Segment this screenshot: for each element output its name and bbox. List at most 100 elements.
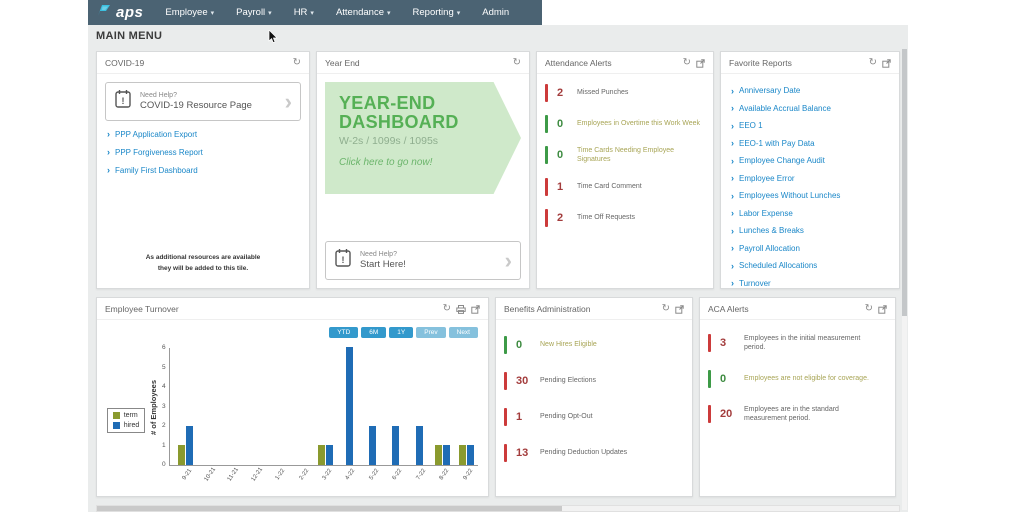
nav-item-label: Attendance	[335, 7, 385, 18]
turnover-chart: term hired # of Employees 6 5 4 3 2 1 0 9-21 10-…	[103, 344, 478, 492]
chevron-right-icon: ›	[731, 260, 734, 271]
alert-row[interactable]: 0 Time Cards Needing Employee Signatures	[545, 146, 705, 165]
nav-item[interactable]: Payroll ▾	[236, 7, 272, 18]
nav-item[interactable]: HR ▾	[294, 7, 314, 18]
status-bar	[708, 369, 711, 388]
covid-link[interactable]: › PPP Forgiveness Report	[107, 147, 299, 157]
report-link[interactable]: › Payroll Allocation	[731, 243, 887, 253]
report-link[interactable]: › EEO-1 with Pay Data	[731, 138, 887, 148]
alert-label: Time Off Requests	[577, 214, 635, 222]
refresh-icon[interactable]: ↻	[869, 58, 877, 68]
app-logo[interactable]: aps	[96, 2, 143, 23]
alert-label: Time Card Comment	[577, 183, 642, 191]
chart-bar-hired	[185, 426, 193, 465]
covid-footer-note: As additional resources are available th…	[105, 253, 301, 280]
nav-item-label: Payroll	[236, 7, 266, 18]
alert-row[interactable]: 0 Employees in Overtime this Work Week	[545, 115, 705, 133]
chart-y-tick: 3	[162, 402, 166, 410]
footer-note-line2: they will be added to this tile.	[157, 264, 249, 272]
print-icon[interactable]	[456, 304, 466, 314]
chevron-right-icon: ›	[731, 103, 734, 113]
chart-y-tick: 6	[162, 344, 166, 351]
popout-icon[interactable]	[675, 304, 684, 314]
help-label: Need Help?	[360, 251, 397, 258]
legend-entry-term: term	[112, 411, 140, 419]
alert-label: Employees are in the standard measuremen…	[744, 405, 839, 423]
report-link[interactable]: › Employees Without Lunches	[731, 191, 887, 201]
refresh-icon[interactable]: ↻	[513, 58, 521, 68]
logo-text: aps	[116, 4, 144, 21]
year-end-help-button[interactable]: ! Need Help? Start Here! ›	[325, 241, 521, 280]
popout-icon[interactable]	[878, 304, 887, 314]
alert-row[interactable]: 2 Time Off Requests	[545, 208, 705, 227]
popout-icon[interactable]	[696, 58, 705, 68]
tile-attendance-alerts: Attendance Alerts ↻ 2 Missed Punches 0 E…	[536, 51, 714, 289]
nav-item[interactable]: Admin	[482, 7, 512, 18]
chart-range-button[interactable]: 6M	[361, 327, 387, 338]
nav-item[interactable]: Attendance ▾	[336, 7, 391, 18]
banner-title-line1: YEAR-END	[339, 93, 436, 113]
alert-row[interactable]: 30 Pending Elections	[504, 372, 684, 390]
tile-favorite-reports: Favorite Reports ↻ › Anniversary Date › …	[720, 49, 907, 510]
report-link[interactable]: › Turnover	[731, 278, 887, 288]
report-link[interactable]: › EEO 1	[731, 121, 887, 131]
chart-bar-hired	[415, 426, 423, 465]
nav-item-label: Reporting	[412, 7, 454, 18]
calendar-alert-icon: !	[334, 248, 352, 273]
chart-range-button[interactable]: YTD	[329, 327, 359, 338]
alert-row[interactable]: 3 Employees in the initial measurement p…	[708, 334, 887, 353]
link-label: Employee Error	[739, 173, 795, 183]
report-link[interactable]: › Labor Expense	[731, 208, 887, 218]
refresh-icon[interactable]: ↻	[865, 304, 873, 314]
status-bar	[708, 334, 711, 353]
refresh-icon[interactable]: ↻	[662, 304, 670, 314]
chart-bar-group	[431, 348, 454, 465]
covid-link[interactable]: › PPP Application Export	[107, 129, 299, 139]
report-link[interactable]: › Employee Error	[731, 173, 887, 183]
report-link[interactable]: › Scheduled Allocations	[731, 261, 887, 271]
refresh-icon[interactable]: ↻	[683, 58, 691, 68]
popout-icon[interactable]	[882, 58, 891, 68]
chart-bar-hired	[369, 426, 377, 465]
refresh-icon[interactable]: ↻	[443, 304, 451, 314]
alert-count: 0	[557, 118, 564, 130]
alert-row[interactable]: 0 Employees are not eligible for coverag…	[708, 369, 887, 388]
chart-bar-term	[177, 445, 185, 465]
alert-row[interactable]: 0 New Hires Eligible	[504, 336, 684, 354]
chart-range-button[interactable]: Prev	[416, 327, 446, 338]
chart-bar-hired	[443, 445, 451, 465]
page-title: MAIN MENU	[96, 30, 163, 42]
chevron-right-icon: ›	[731, 155, 734, 166]
status-bar	[504, 408, 507, 426]
chevron-right-icon: ›	[731, 138, 734, 148]
report-link[interactable]: › Available Accrual Balance	[731, 103, 887, 113]
chart-y-tick: 5	[162, 363, 166, 371]
nav-item[interactable]: Employee ▾	[165, 7, 214, 18]
chevron-right-icon: ›	[731, 173, 734, 183]
top-navbar: aps Employee ▾ Payroll ▾ HR ▾ Attendance…	[88, 0, 543, 25]
alert-row[interactable]: 1 Pending Opt-Out	[504, 408, 684, 426]
covid-link[interactable]: › Family First Dashboard	[107, 165, 299, 175]
refresh-icon[interactable]: ↻	[293, 58, 301, 68]
year-end-dashboard-banner[interactable]: YEAR-END DASHBOARD W-2s / 1099s / 1095s …	[325, 82, 521, 194]
covid-link-list: › PPP Application Export › PPP Forgivene…	[105, 121, 301, 175]
aca-alert-list: 3 Employees in the initial measurement p…	[700, 320, 895, 441]
tile-benefits-administration: Benefits Administration ↻ 0 New Hires El…	[495, 297, 693, 497]
link-label: EEO-1 with Pay Data	[739, 138, 815, 148]
covid-resource-button[interactable]: ! Need Help? COVID-19 Resource Page ›	[105, 82, 301, 121]
chart-range-button[interactable]: 1Y	[389, 327, 414, 338]
chart-range-button[interactable]: Next	[448, 327, 478, 338]
alert-row[interactable]: 13 Pending Deduction Updates	[504, 444, 684, 462]
popout-icon[interactable]	[471, 304, 480, 314]
chart-xaxis: 9-21 10-21 11-21 12-21 1-22 2-22 3-22 4-22 5-22 6…	[170, 466, 478, 492]
report-link[interactable]: › Lunches & Breaks	[731, 226, 887, 236]
alert-row[interactable]: 1 Time Card Comment	[545, 177, 705, 196]
alert-row[interactable]: 20 Employees are in the standard measure…	[708, 405, 887, 424]
horizontal-scrollbar-thumb[interactable]	[97, 506, 563, 511]
chevron-right-icon: ›	[731, 208, 734, 218]
report-link[interactable]: › Anniversary Date	[731, 86, 887, 96]
alert-row[interactable]: 2 Missed Punches	[545, 84, 705, 102]
report-link[interactable]: › Employee Change Audit	[731, 156, 887, 166]
app-window: aps Employee ▾ Payroll ▾ HR ▾ Attendance…	[88, 0, 908, 512]
nav-item[interactable]: Reporting ▾	[413, 7, 461, 18]
